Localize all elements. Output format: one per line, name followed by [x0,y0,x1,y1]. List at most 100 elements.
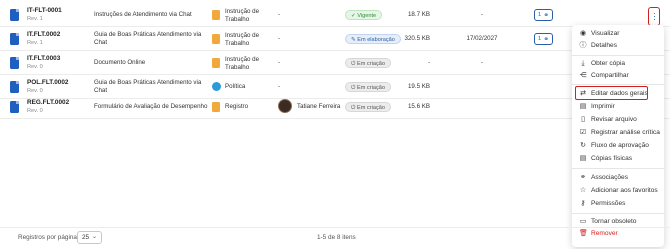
highlight-box [575,86,648,100]
rows-per-page-select[interactable]: 25 ⌄ [77,231,102,244]
document-icon [10,101,19,113]
menu-item-permissoes[interactable]: ⚷ Permissões [572,198,664,210]
doc-date: 17/02/2027 [466,35,498,42]
doc-size: 18.7 KB [407,11,430,18]
checklist-icon: ☑ [579,129,587,136]
doc-size: 15.6 KB [407,103,430,110]
more-actions-button[interactable]: · · · [648,7,660,26]
menu-item-registrar-analise[interactable]: ☑ Registrar análise crítica [572,127,664,139]
rows-per-page-label: Registros por página [18,234,77,241]
menu-item-label: Registrar análise crítica [591,129,660,136]
associations-count: 1 [538,36,542,42]
review-file-icon: ▯ [581,116,585,123]
menu-item-label: Revisar arquivo [591,116,637,123]
chevron-down-icon: ⌄ [91,234,97,240]
paperclip-icon: ⚭ [543,36,549,43]
menu-item-favoritos[interactable]: ☆ Adicionar aos favoritos [572,185,664,197]
doc-code[interactable]: POL.FLT.0002 [27,79,68,86]
menu-item-compartilhar[interactable]: ⋲ Compartilhar [572,70,664,82]
status-label: Em elaboração [357,37,395,43]
menu-item-label: Associações [591,174,629,181]
doc-size: 320.5 KB [404,35,430,42]
doc-code[interactable]: REG.FLT.0002 [27,99,69,106]
doc-size: - [427,59,430,66]
link-icon: ⚭ [580,174,586,181]
avatar [278,99,292,113]
table-row[interactable]: IT-FLT-0001 Rev. 1 Instruções de Atendim… [0,4,670,27]
doc-revision: Rev. 0 [27,108,43,114]
status-badge: ✓ Vigente [345,10,383,20]
flow-icon: ↻ [580,142,586,149]
context-menu: ◉ Visualizar ⓘ Detalhes ⤓ Obter cópia ⋲ Comp… [572,25,664,247]
doc-type-label: Registro [225,103,249,110]
key-icon: ⚷ [580,200,586,207]
menu-item-obter-copia[interactable]: ⤓ Obter cópia [572,58,664,70]
type-record-icon [212,102,220,112]
document-icon [10,57,19,69]
menu-item-label: Cópias físicas [591,155,633,162]
table-row[interactable]: IT.FLT.0003 Rev. 0 Documento Online Inst… [0,52,670,75]
doc-revision: Rev. 0 [27,64,43,70]
menu-divider [572,213,664,214]
download-icon: ⤓ [581,60,585,67]
type-work-instruction-icon [212,10,220,20]
doc-type-label: Política [225,83,246,90]
doc-type-label: Instrução de Trabalho [225,56,260,71]
type-work-instruction-icon [212,34,220,44]
pagination-info: 1-5 de 8 itens [317,234,356,241]
doc-title: Instruções de Atendimento via Chat [94,11,192,18]
menu-item-associacoes[interactable]: ⚭ Associações [572,172,664,184]
menu-item-label: Permissões [591,200,626,207]
menu-item-label: Compartilhar [591,72,629,79]
doc-revision: Rev. 1 [27,16,43,22]
menu-item-label: Obter cópia [591,60,626,67]
doc-type-label: Instrução de Trabalho [225,32,260,47]
status-badge: ⏻ Em criação [345,58,391,68]
associations-count: 1 [538,12,542,18]
paperclip-icon: ⚭ [543,12,549,19]
doc-size: 19.5 KB [407,83,430,90]
eye-icon: ◉ [579,30,587,37]
table-row[interactable]: REG.FLT.0002 Rev. 0 Formulário de Avalia… [0,96,670,119]
kebab-icon: · · · [653,8,656,24]
menu-item-revisar-arquivo[interactable]: ▯ Revisar arquivo [572,114,664,126]
status-label: Em criação [356,61,385,67]
status-label: Vigente [357,13,377,19]
document-icon [10,81,19,93]
type-policy-icon [212,82,221,91]
menu-item-imprimir[interactable]: ▤ Imprimir [572,101,664,113]
menu-item-copias-fisicas[interactable]: ▤ Cópias físicas [572,153,664,165]
menu-item-label: Fluxo de aprovação [591,142,649,149]
menu-item-label: Tornar obsoleto [591,218,637,225]
menu-divider [572,55,664,56]
associations-badge[interactable]: 1 ⚭ [534,9,553,21]
status-badge: ⏻ Em criação [345,102,391,112]
table-footer: Registros por página 25 ⌄ 1-5 de 8 itens [0,227,670,249]
document-icon [10,33,19,45]
associations-badge[interactable]: 1 ⚭ [534,33,553,45]
menu-item-label: Visualizar [591,30,620,37]
doc-code[interactable]: IT.FLT.0002 [27,31,60,38]
print-icon: ▤ [579,103,587,110]
menu-item-label: Adicionar aos favoritos [591,187,658,194]
doc-code[interactable]: IT.FLT.0003 [27,55,60,62]
doc-revision: Rev. 1 [27,40,43,46]
menu-divider [572,168,664,169]
rows-per-page-value: 25 [82,234,90,241]
menu-item-fluxo-aprovacao[interactable]: ↻ Fluxo de aprovação [572,140,664,152]
table-row[interactable]: IT.FLT.0002 Rev. 1 Guia de Boas Práticas… [0,28,670,51]
doc-revision: Rev. 0 [27,88,43,94]
doc-date: - [480,59,484,66]
doc-author: - [278,11,281,18]
doc-author: Tatiane Ferreira [297,103,341,110]
menu-divider [572,84,664,85]
doc-code[interactable]: IT-FLT-0001 [27,7,62,14]
doc-title: Documento Online [94,59,146,66]
doc-author: - [278,59,281,66]
type-work-instruction-icon [212,58,220,68]
doc-title: Guia de Boas Práticas Atendimento via Ch… [94,79,202,94]
archive-icon: ▭ [579,218,587,225]
menu-item-visualizar[interactable]: ◉ Visualizar [572,28,664,40]
menu-item-detalhes[interactable]: ⓘ Detalhes [572,40,664,52]
doc-date: - [480,11,484,18]
